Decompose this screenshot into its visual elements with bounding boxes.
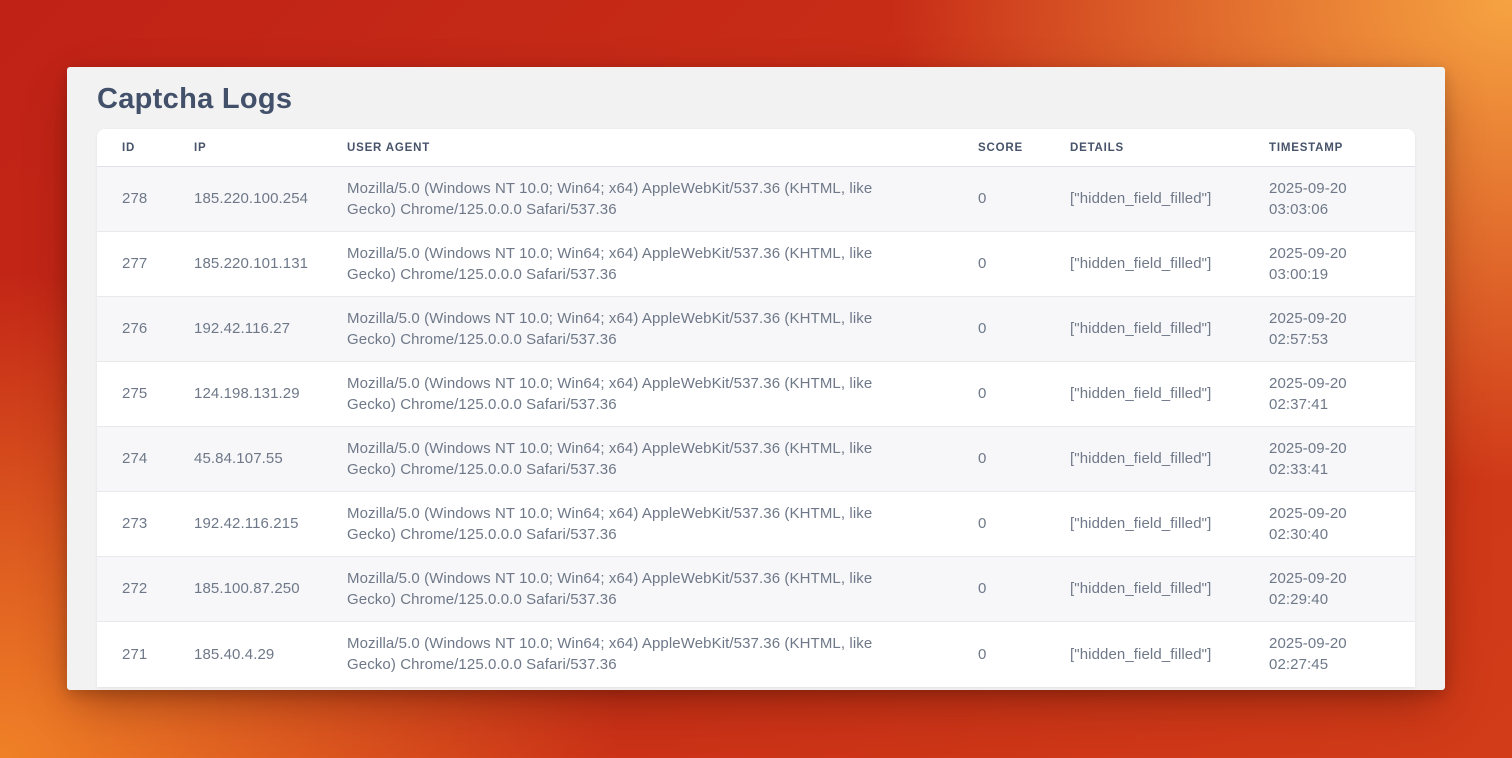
table-row: 277 185.220.101.131 Mozilla/5.0 (Windows… — [97, 232, 1415, 297]
column-header-user-agent: USER AGENT — [322, 129, 953, 167]
cell-timestamp: 2025-09-20 02:30:40 — [1244, 492, 1415, 557]
column-header-score: SCORE — [953, 129, 1045, 167]
table-header-row: ID IP USER AGENT SCORE DETAILS TIMESTAMP — [97, 129, 1415, 167]
cell-score: 0 — [953, 362, 1045, 427]
captcha-logs-table-container: ID IP USER AGENT SCORE DETAILS TIMESTAMP… — [97, 129, 1415, 687]
table-row: 278 185.220.100.254 Mozilla/5.0 (Windows… — [97, 167, 1415, 232]
column-header-timestamp: TIMESTAMP — [1244, 129, 1415, 167]
captcha-logs-table: ID IP USER AGENT SCORE DETAILS TIMESTAMP… — [97, 129, 1415, 687]
cell-score: 0 — [953, 622, 1045, 687]
table-body: 278 185.220.100.254 Mozilla/5.0 (Windows… — [97, 167, 1415, 687]
cell-details: ["hidden_field_filled"] — [1045, 297, 1244, 362]
captcha-logs-card: Captcha Logs ID IP USER AGENT SCORE DETA… — [67, 67, 1445, 690]
page-title: Captcha Logs — [67, 67, 1445, 129]
cell-id: 273 — [97, 492, 169, 557]
cell-timestamp: 2025-09-20 02:33:41 — [1244, 427, 1415, 492]
cell-id: 275 — [97, 362, 169, 427]
cell-details: ["hidden_field_filled"] — [1045, 232, 1244, 297]
cell-timestamp: 2025-09-20 03:03:06 — [1244, 167, 1415, 232]
cell-user-agent: Mozilla/5.0 (Windows NT 10.0; Win64; x64… — [322, 427, 953, 492]
cell-user-agent: Mozilla/5.0 (Windows NT 10.0; Win64; x64… — [322, 232, 953, 297]
table-row: 273 192.42.116.215 Mozilla/5.0 (Windows … — [97, 492, 1415, 557]
cell-ip: 185.100.87.250 — [169, 557, 322, 622]
cell-timestamp: 2025-09-20 03:00:19 — [1244, 232, 1415, 297]
cell-timestamp: 2025-09-20 02:57:53 — [1244, 297, 1415, 362]
cell-ip: 124.198.131.29 — [169, 362, 322, 427]
table-row: 271 185.40.4.29 Mozilla/5.0 (Windows NT … — [97, 622, 1415, 687]
cell-details: ["hidden_field_filled"] — [1045, 492, 1244, 557]
cell-timestamp: 2025-09-20 02:27:45 — [1244, 622, 1415, 687]
cell-ip: 192.42.116.215 — [169, 492, 322, 557]
page-background: { "page": { "title": "Captcha Logs" }, "… — [0, 0, 1512, 758]
cell-id: 274 — [97, 427, 169, 492]
cell-score: 0 — [953, 167, 1045, 232]
table-row: 274 45.84.107.55 Mozilla/5.0 (Windows NT… — [97, 427, 1415, 492]
cell-user-agent: Mozilla/5.0 (Windows NT 10.0; Win64; x64… — [322, 362, 953, 427]
cell-user-agent: Mozilla/5.0 (Windows NT 10.0; Win64; x64… — [322, 622, 953, 687]
cell-details: ["hidden_field_filled"] — [1045, 362, 1244, 427]
cell-ip: 185.220.101.131 — [169, 232, 322, 297]
cell-user-agent: Mozilla/5.0 (Windows NT 10.0; Win64; x64… — [322, 492, 953, 557]
cell-id: 277 — [97, 232, 169, 297]
column-header-id: ID — [97, 129, 169, 167]
cell-id: 278 — [97, 167, 169, 232]
cell-details: ["hidden_field_filled"] — [1045, 167, 1244, 232]
cell-score: 0 — [953, 557, 1045, 622]
table-row: 272 185.100.87.250 Mozilla/5.0 (Windows … — [97, 557, 1415, 622]
cell-score: 0 — [953, 297, 1045, 362]
cell-details: ["hidden_field_filled"] — [1045, 427, 1244, 492]
table-row: 276 192.42.116.27 Mozilla/5.0 (Windows N… — [97, 297, 1415, 362]
cell-score: 0 — [953, 232, 1045, 297]
cell-details: ["hidden_field_filled"] — [1045, 622, 1244, 687]
cell-ip: 185.40.4.29 — [169, 622, 322, 687]
cell-id: 276 — [97, 297, 169, 362]
cell-timestamp: 2025-09-20 02:37:41 — [1244, 362, 1415, 427]
cell-user-agent: Mozilla/5.0 (Windows NT 10.0; Win64; x64… — [322, 297, 953, 362]
cell-ip: 45.84.107.55 — [169, 427, 322, 492]
cell-score: 0 — [953, 492, 1045, 557]
cell-ip: 185.220.100.254 — [169, 167, 322, 232]
cell-id: 271 — [97, 622, 169, 687]
cell-score: 0 — [953, 427, 1045, 492]
cell-timestamp: 2025-09-20 02:29:40 — [1244, 557, 1415, 622]
cell-user-agent: Mozilla/5.0 (Windows NT 10.0; Win64; x64… — [322, 167, 953, 232]
cell-ip: 192.42.116.27 — [169, 297, 322, 362]
table-header: ID IP USER AGENT SCORE DETAILS TIMESTAMP — [97, 129, 1415, 167]
column-header-details: DETAILS — [1045, 129, 1244, 167]
column-header-ip: IP — [169, 129, 322, 167]
table-row: 275 124.198.131.29 Mozilla/5.0 (Windows … — [97, 362, 1415, 427]
cell-user-agent: Mozilla/5.0 (Windows NT 10.0; Win64; x64… — [322, 557, 953, 622]
cell-details: ["hidden_field_filled"] — [1045, 557, 1244, 622]
cell-id: 272 — [97, 557, 169, 622]
